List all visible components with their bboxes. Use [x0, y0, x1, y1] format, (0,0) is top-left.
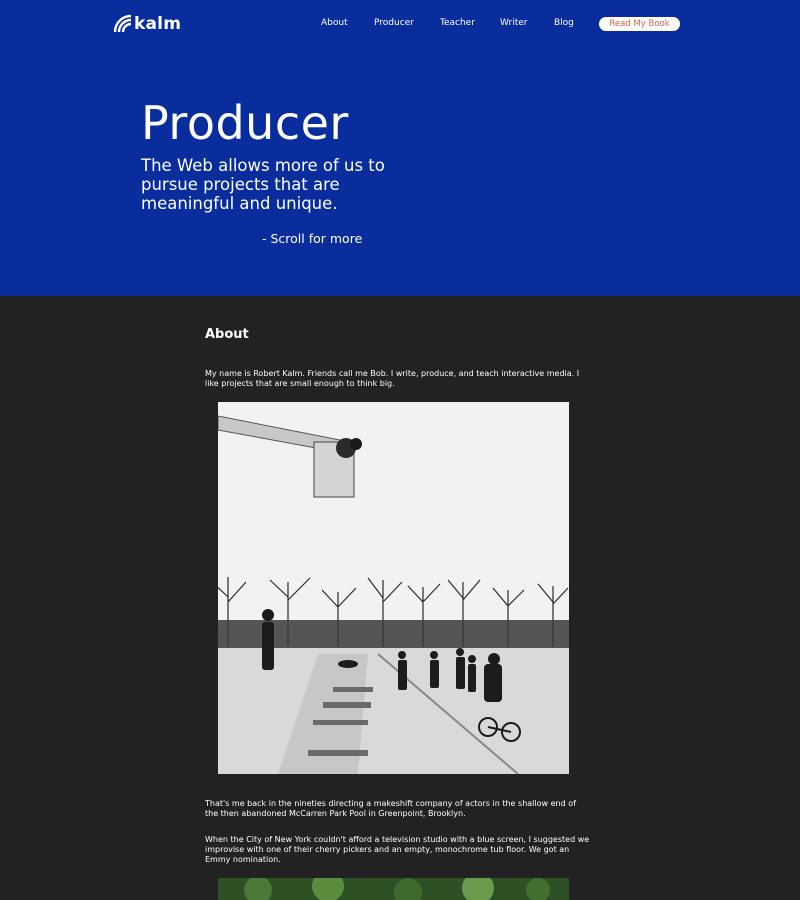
nav-producer[interactable]: Producer	[374, 18, 414, 28]
hero-subtitle: The Web allows more of us to pursue proj…	[141, 156, 385, 213]
about-heading: About	[205, 327, 249, 342]
photo-caption: That's me back in the nineties directing…	[205, 799, 576, 818]
hero-banner: kalm About Producer Teacher Writer Blog …	[0, 0, 800, 296]
directing-photo-illustration	[218, 402, 569, 774]
nav-teacher[interactable]: Teacher	[440, 18, 475, 28]
nav-blog[interactable]: Blog	[554, 18, 574, 28]
scroll-hint: - Scroll for more	[262, 231, 363, 246]
page-title: Producer	[141, 96, 349, 150]
second-photo	[218, 878, 569, 900]
about-intro: My name is Robert Kalm. Friends call me …	[205, 369, 580, 388]
main-nav: About Producer Teacher Writer Blog	[0, 18, 800, 32]
nav-about[interactable]: About	[321, 18, 348, 28]
second-photo-illustration	[218, 878, 569, 900]
read-my-book-button[interactable]: Read My Book	[599, 17, 680, 31]
nav-writer[interactable]: Writer	[500, 18, 527, 28]
about-story: When the City of New York couldn't affor…	[205, 835, 590, 864]
directing-photo	[218, 402, 569, 774]
